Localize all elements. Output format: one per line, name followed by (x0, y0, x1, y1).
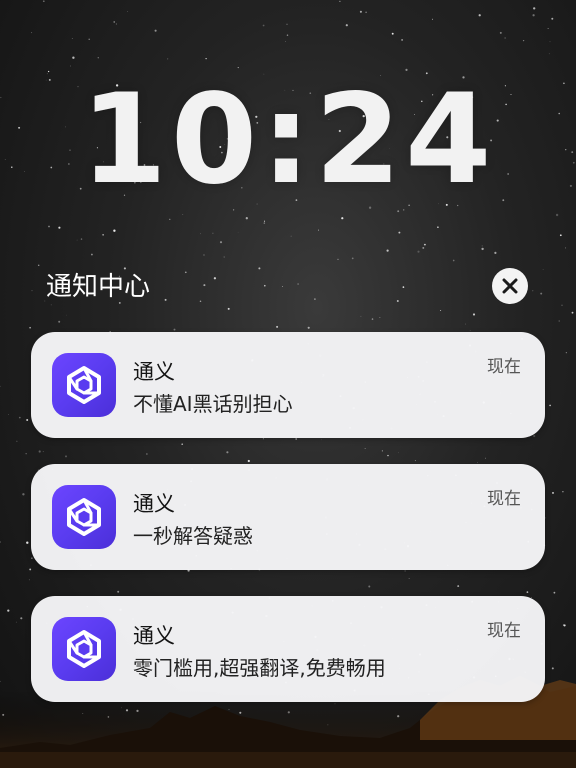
notification-app-name: 通义 (133, 360, 175, 384)
notification-message: 一秒解答疑惑 (133, 524, 253, 548)
notification-time: 现在 (487, 489, 521, 509)
tongyi-logo-icon (67, 366, 101, 404)
notification-time: 现在 (487, 621, 521, 641)
notification-card[interactable]: 通义 不懂AI黑话别担心 现在 (31, 332, 545, 438)
clear-notifications-button[interactable] (492, 268, 528, 304)
notification-message: 零门槛用,超强翻译,免费畅用 (133, 656, 386, 680)
notification-app-name: 通义 (133, 492, 175, 516)
tongyi-app-icon (52, 485, 116, 549)
lock-screen: 10:24 通知中心 通义 不懂AI黑话别担心 现在 通义 一秒解答疑惑 现在 … (0, 0, 576, 768)
tongyi-app-icon (52, 617, 116, 681)
notification-card[interactable]: 通义 一秒解答疑惑 现在 (31, 464, 545, 570)
tongyi-logo-icon (67, 630, 101, 668)
tongyi-logo-icon (67, 498, 101, 536)
close-icon (502, 278, 518, 294)
notification-time: 现在 (487, 357, 521, 377)
notification-app-name: 通义 (133, 624, 175, 648)
notification-message: 不懂AI黑话别担心 (133, 392, 293, 416)
notification-center-title: 通知中心 (46, 272, 151, 302)
tongyi-app-icon (52, 353, 116, 417)
lock-screen-clock: 10:24 (80, 68, 496, 212)
notification-card[interactable]: 通义 零门槛用,超强翻译,免费畅用 现在 (31, 596, 545, 702)
